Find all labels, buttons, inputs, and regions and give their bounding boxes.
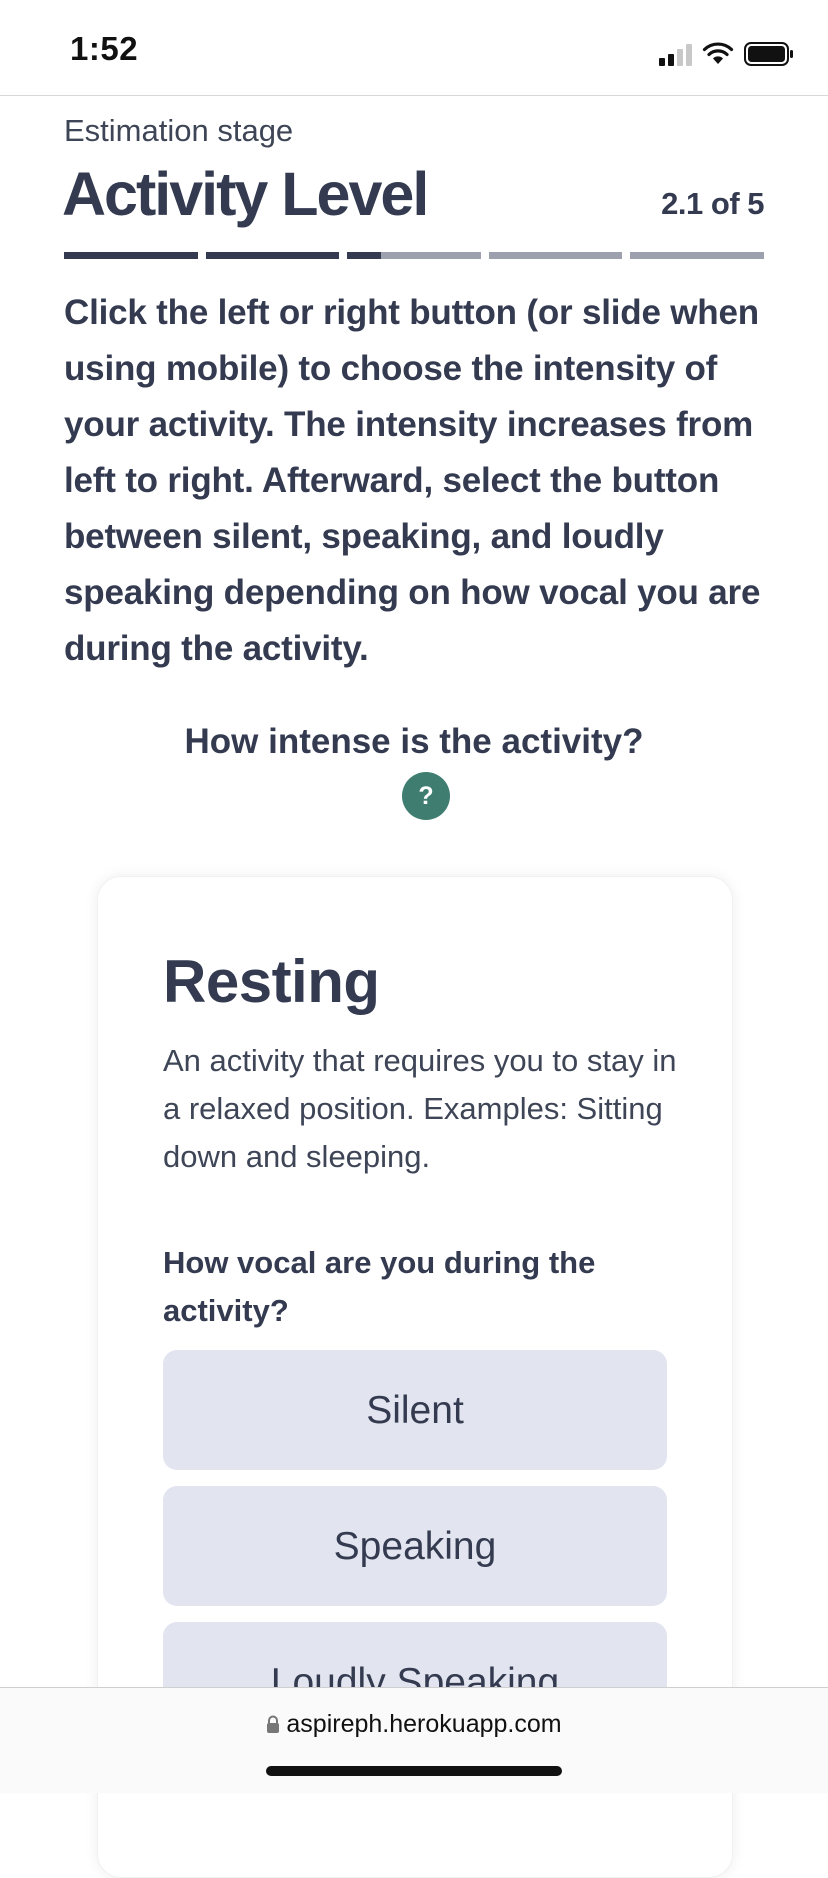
progress-segment [630,252,764,259]
url-display[interactable]: aspireph.herokuapp.com [0,1710,828,1741]
instructions-text: Click the left or right button (or slide… [64,293,761,668]
speaking-button[interactable]: Speaking [163,1486,667,1606]
status-icons [659,36,794,66]
silent-button[interactable]: Silent [163,1350,667,1470]
lock-icon [266,1712,280,1741]
browser-url-bar[interactable]: aspireph.herokuapp.com [0,1687,828,1793]
progress-segment [347,252,481,259]
progress-fill [347,252,381,259]
progress-bar [64,252,764,259]
status-bar: 1:52 [0,0,828,96]
activity-title: Resting [163,948,380,1015]
progress-fill [64,252,198,259]
battery-icon [744,42,794,66]
wifi-icon [702,42,734,66]
progress-segment [64,252,198,259]
intensity-question: How intense is the activity? [184,722,644,761]
progress-segment [205,252,340,259]
status-time: 1:52 [70,30,139,67]
stage-label: Estimation stage [64,113,294,148]
url-text: aspireph.herokuapp.com [286,1710,562,1738]
progress-fill [205,252,340,259]
help-button[interactable]: ? [402,772,450,820]
step-counter: 2.1 of 5 [661,186,764,221]
page-title: Activity Level [62,160,429,228]
signal-icon [659,42,692,66]
progress-segment [488,252,623,259]
vocal-question: How vocal are you during the activity? [163,1245,596,1328]
activity-description: An activity that requires you to stay in… [163,1043,677,1174]
home-indicator[interactable] [266,1766,562,1776]
